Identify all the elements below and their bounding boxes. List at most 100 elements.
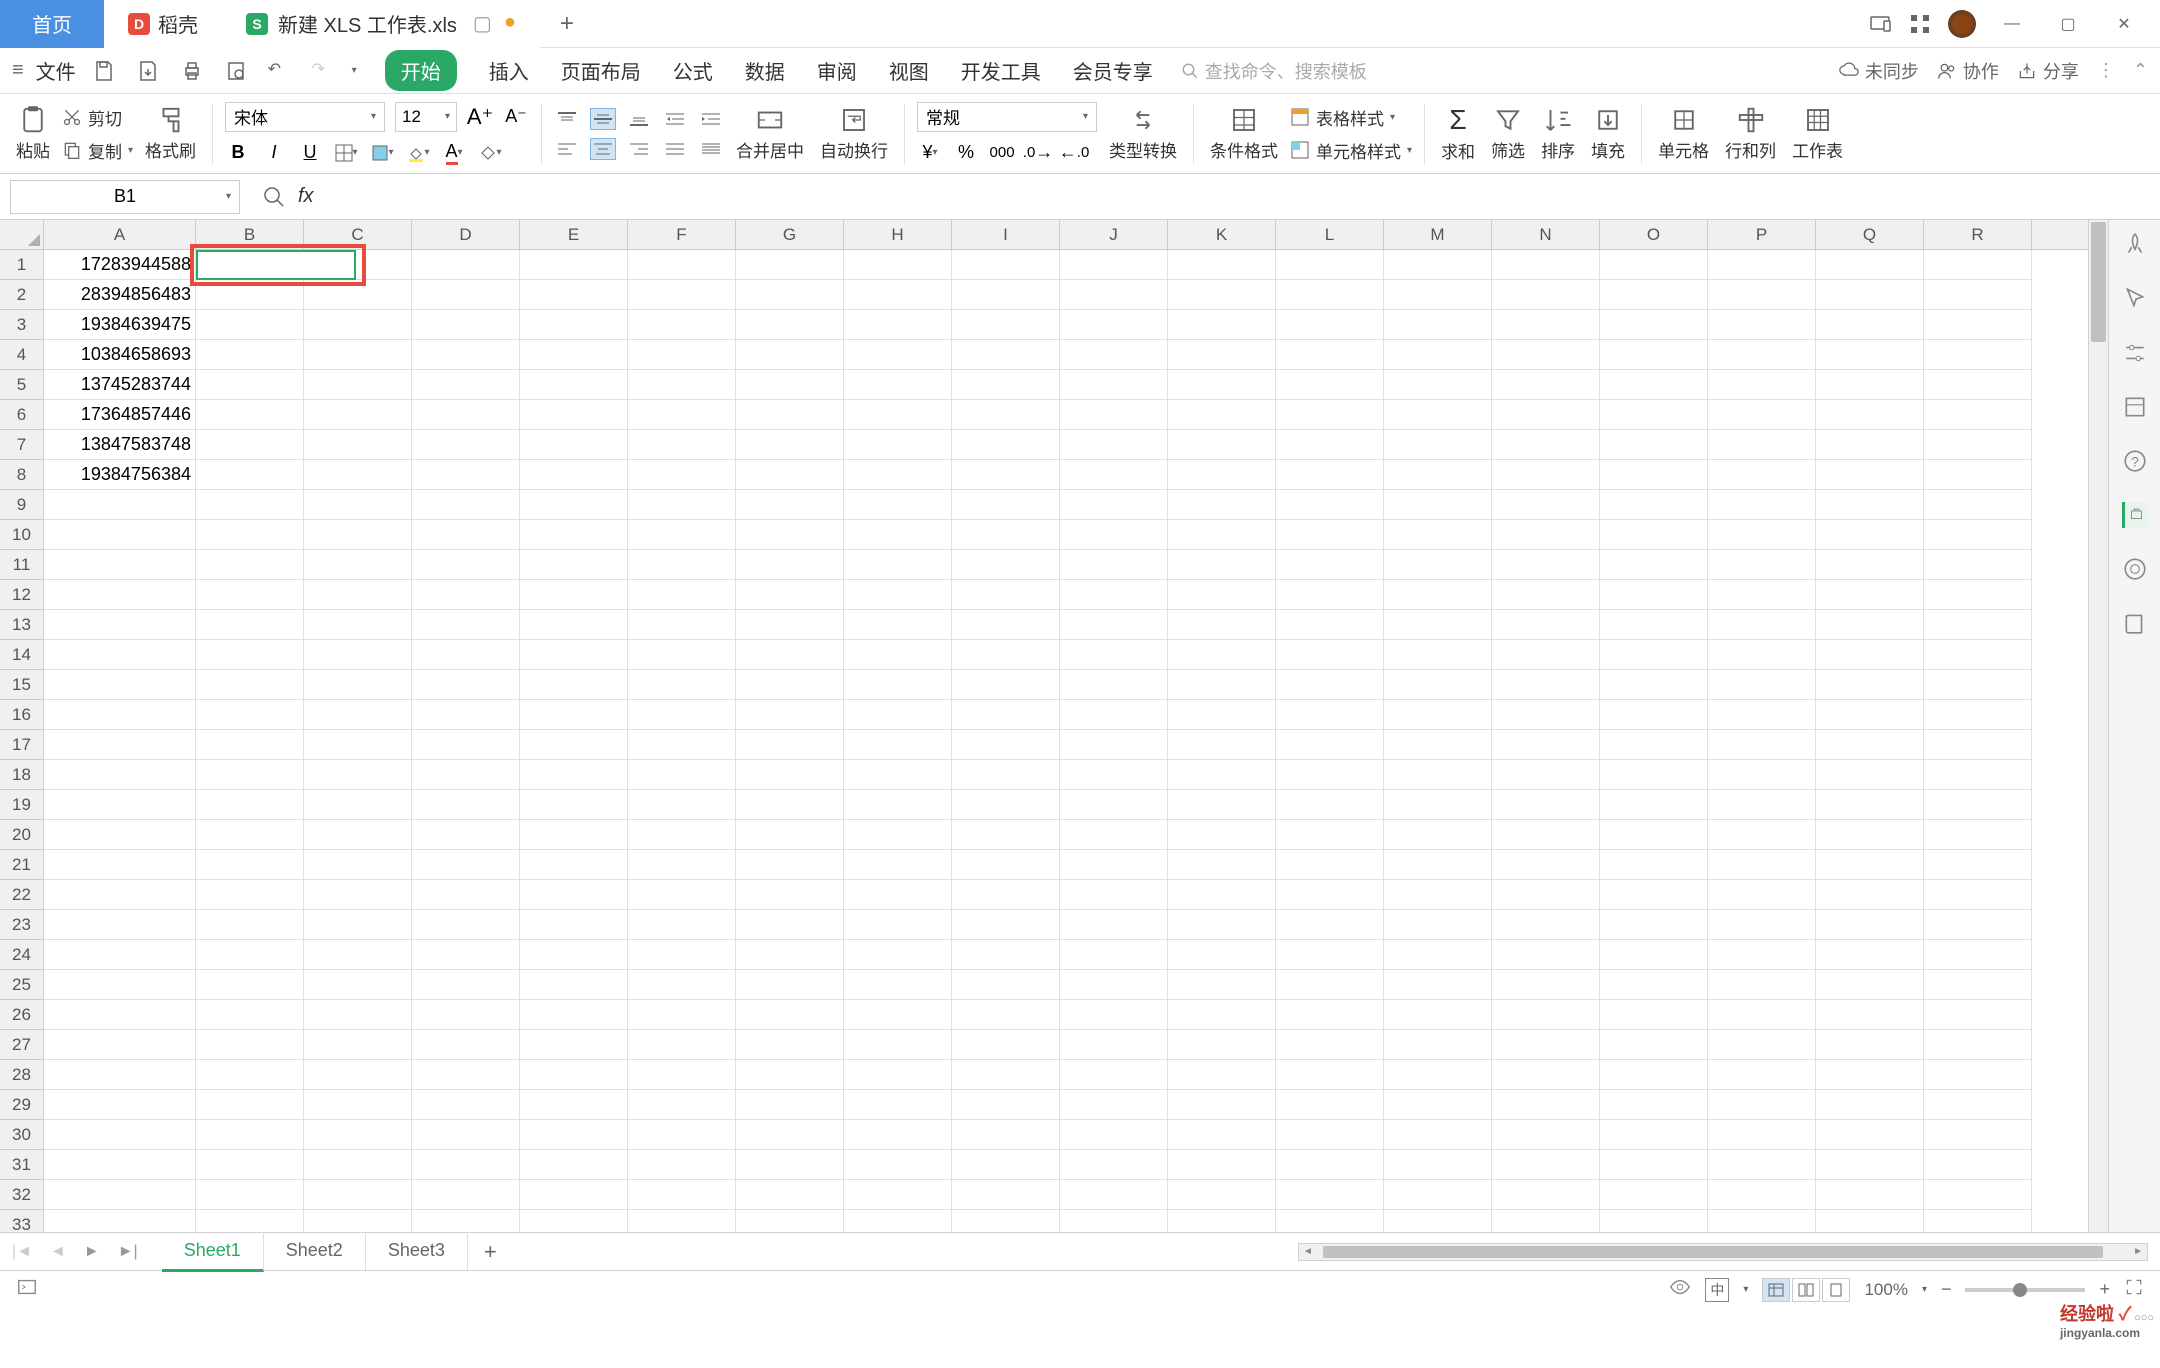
cell-O4[interactable] (1600, 340, 1708, 370)
cell-C17[interactable] (304, 730, 412, 760)
cell-J26[interactable] (1060, 1000, 1168, 1030)
cell-Q25[interactable] (1816, 970, 1924, 1000)
cell-Q23[interactable] (1816, 910, 1924, 940)
cell-P19[interactable] (1708, 790, 1816, 820)
sheet-tab-1[interactable]: Sheet1 (162, 1232, 264, 1272)
cell-G1[interactable] (736, 250, 844, 280)
cell-F30[interactable] (628, 1120, 736, 1150)
cell-I29[interactable] (952, 1090, 1060, 1120)
cell-L33[interactable] (1276, 1210, 1384, 1232)
auto-wrap-button[interactable]: 自动换行 (816, 105, 892, 162)
cell-J5[interactable] (1060, 370, 1168, 400)
row-header-14[interactable]: 14 (0, 640, 43, 670)
cell-H33[interactable] (844, 1210, 952, 1232)
cell-M11[interactable] (1384, 550, 1492, 580)
cell-N19[interactable] (1492, 790, 1600, 820)
cell-F12[interactable] (628, 580, 736, 610)
cell-B29[interactable] (196, 1090, 304, 1120)
cell-K1[interactable] (1168, 250, 1276, 280)
cell-D3[interactable] (412, 310, 520, 340)
cell-R22[interactable] (1924, 880, 2032, 910)
cell-R6[interactable] (1924, 400, 2032, 430)
ime-icon[interactable]: 中 (1705, 1278, 1729, 1302)
cell-D29[interactable] (412, 1090, 520, 1120)
row-header-31[interactable]: 31 (0, 1150, 43, 1180)
cell-K29[interactable] (1168, 1090, 1276, 1120)
cell-O12[interactable] (1600, 580, 1708, 610)
cell-J8[interactable] (1060, 460, 1168, 490)
cell-M28[interactable] (1384, 1060, 1492, 1090)
row-header-26[interactable]: 26 (0, 1000, 43, 1030)
cell-N12[interactable] (1492, 580, 1600, 610)
cell-F13[interactable] (628, 610, 736, 640)
cell-H10[interactable] (844, 520, 952, 550)
cell-R18[interactable] (1924, 760, 2032, 790)
cell-C18[interactable] (304, 760, 412, 790)
cell-I23[interactable] (952, 910, 1060, 940)
cell-F25[interactable] (628, 970, 736, 1000)
last-sheet-button[interactable]: ►| (118, 1243, 138, 1261)
cell-H27[interactable] (844, 1030, 952, 1060)
currency-button[interactable]: ¥▾ (917, 140, 943, 166)
cell-F2[interactable] (628, 280, 736, 310)
cell-Q16[interactable] (1816, 700, 1924, 730)
cell-P22[interactable] (1708, 880, 1816, 910)
align-left-button[interactable] (554, 138, 580, 160)
cell-O22[interactable] (1600, 880, 1708, 910)
cell-A8[interactable]: 19384756384 (44, 460, 196, 490)
cell-D12[interactable] (412, 580, 520, 610)
align-top-button[interactable] (554, 108, 580, 130)
cell-K11[interactable] (1168, 550, 1276, 580)
console-icon[interactable] (16, 1276, 38, 1303)
cell-R33[interactable] (1924, 1210, 2032, 1232)
cell-E17[interactable] (520, 730, 628, 760)
cell-P17[interactable] (1708, 730, 1816, 760)
cell-N4[interactable] (1492, 340, 1600, 370)
row-header-11[interactable]: 11 (0, 550, 43, 580)
cell-I17[interactable] (952, 730, 1060, 760)
cell-N1[interactable] (1492, 250, 1600, 280)
cell-D7[interactable] (412, 430, 520, 460)
cell-G5[interactable] (736, 370, 844, 400)
row-header-18[interactable]: 18 (0, 760, 43, 790)
cell-A5[interactable]: 13745283744 (44, 370, 196, 400)
cell-O11[interactable] (1600, 550, 1708, 580)
cell-P8[interactable] (1708, 460, 1816, 490)
cell-F31[interactable] (628, 1150, 736, 1180)
cell-E21[interactable] (520, 850, 628, 880)
cell-E6[interactable] (520, 400, 628, 430)
cell-I8[interactable] (952, 460, 1060, 490)
cell-N18[interactable] (1492, 760, 1600, 790)
cell-G23[interactable] (736, 910, 844, 940)
cell-H29[interactable] (844, 1090, 952, 1120)
cell-J33[interactable] (1060, 1210, 1168, 1232)
cell-J27[interactable] (1060, 1030, 1168, 1060)
settings-slider-icon[interactable] (2122, 340, 2148, 366)
cell-C19[interactable] (304, 790, 412, 820)
help-icon[interactable]: ? (2122, 448, 2148, 474)
cell-L18[interactable] (1276, 760, 1384, 790)
row-header-29[interactable]: 29 (0, 1090, 43, 1120)
cell-H14[interactable] (844, 640, 952, 670)
cell-O19[interactable] (1600, 790, 1708, 820)
cell-L7[interactable] (1276, 430, 1384, 460)
cell-L32[interactable] (1276, 1180, 1384, 1210)
cell-I19[interactable] (952, 790, 1060, 820)
next-sheet-button[interactable]: ► (84, 1243, 100, 1261)
cell-A26[interactable] (44, 1000, 196, 1030)
cell-N27[interactable] (1492, 1030, 1600, 1060)
cell-D6[interactable] (412, 400, 520, 430)
row-header-28[interactable]: 28 (0, 1060, 43, 1090)
cell-L28[interactable] (1276, 1060, 1384, 1090)
cell-G4[interactable] (736, 340, 844, 370)
cell-H3[interactable] (844, 310, 952, 340)
cell-L27[interactable] (1276, 1030, 1384, 1060)
cell-N3[interactable] (1492, 310, 1600, 340)
cell-J20[interactable] (1060, 820, 1168, 850)
cell-L29[interactable] (1276, 1090, 1384, 1120)
cell-D13[interactable] (412, 610, 520, 640)
cell-N2[interactable] (1492, 280, 1600, 310)
badge-icon[interactable] (2122, 556, 2148, 582)
cell-M12[interactable] (1384, 580, 1492, 610)
cell-N33[interactable] (1492, 1210, 1600, 1232)
